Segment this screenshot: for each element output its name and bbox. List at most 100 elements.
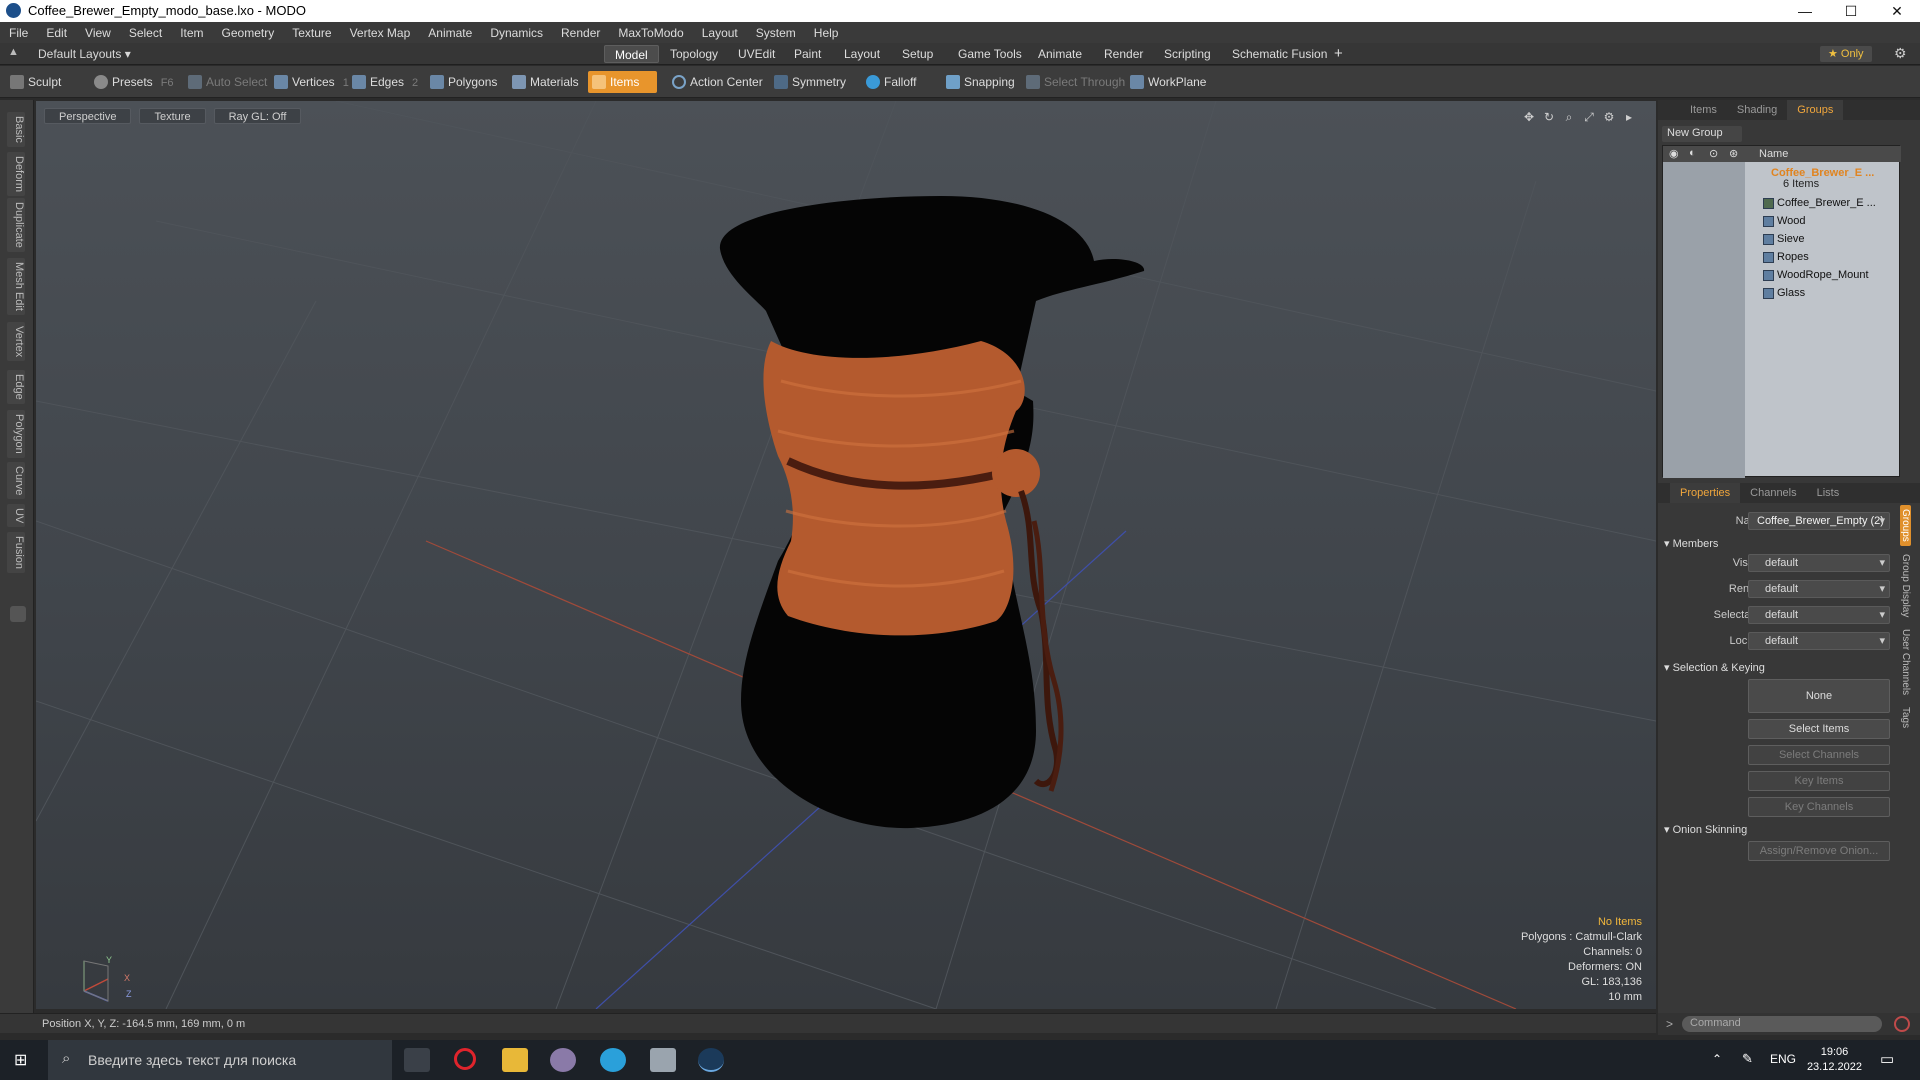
menu-texture[interactable]: Texture <box>283 26 340 40</box>
tab-uv[interactable]: UV <box>7 504 25 528</box>
menu-maxtomodo[interactable]: MaxToModo <box>609 26 692 40</box>
layout-selector[interactable]: Default Layouts ▾ <box>38 47 131 61</box>
select-icon[interactable]: ⊛ <box>1729 147 1738 160</box>
tab-topology[interactable]: Topology <box>660 45 728 63</box>
tab-layout[interactable]: Layout <box>834 45 890 63</box>
menu-select[interactable]: Select <box>120 26 171 40</box>
locked-dropdown[interactable]: default <box>1748 632 1890 650</box>
list-item[interactable]: Sieve <box>1663 230 1901 248</box>
tab-render[interactable]: Render <box>1094 45 1153 63</box>
sculpt-button[interactable]: Sculpt <box>6 71 67 93</box>
tab-model[interactable]: Model <box>604 45 659 63</box>
close-button[interactable]: ✕ <box>1874 0 1920 22</box>
fit-icon[interactable]: ⤢ <box>1582 110 1596 124</box>
materials-button[interactable]: Materials <box>508 71 585 93</box>
none-button[interactable]: None <box>1748 679 1890 713</box>
tab-channels[interactable]: Channels <box>1740 483 1806 503</box>
menu-item[interactable]: Item <box>171 26 212 40</box>
telegram-icon[interactable] <box>600 1048 626 1072</box>
pan-icon[interactable]: ✥ <box>1522 110 1536 124</box>
list-item[interactable]: WoodRope_Mount <box>1663 266 1901 284</box>
tab-scripting[interactable]: Scripting <box>1154 45 1221 63</box>
action-center-button[interactable]: Action Center <box>668 71 769 93</box>
auto-select-button[interactable]: Auto Select <box>184 71 273 93</box>
paint-app-icon[interactable] <box>550 1048 576 1072</box>
render-icon[interactable]: ◐ <box>1689 147 1696 159</box>
command-input[interactable]: Command <box>1682 1016 1882 1032</box>
falloff-button[interactable]: Falloff <box>862 71 922 93</box>
menu-dynamics[interactable]: Dynamics <box>481 26 552 40</box>
tab-deform[interactable]: Deform <box>7 152 25 197</box>
tab-mesh-edit[interactable]: Mesh Edit <box>7 258 25 315</box>
tab-duplicate[interactable]: Duplicate <box>7 198 25 252</box>
notification-icon[interactable]: ▭ <box>1880 1050 1894 1068</box>
tab-curve[interactable]: Curve <box>7 462 25 500</box>
tab-items[interactable]: Items <box>1680 100 1727 120</box>
name-field[interactable]: Coffee_Brewer_Empty (2) <box>1748 512 1890 530</box>
group-root-row[interactable]: Coffee_Brewer_E ... 6 Items <box>1663 164 1901 192</box>
task-view-icon[interactable] <box>404 1048 430 1072</box>
eye-icon[interactable]: ◉ <box>1669 147 1679 160</box>
collapse-icon[interactable]: ▲ <box>8 46 19 58</box>
selectable-dropdown[interactable]: default <box>1748 606 1890 624</box>
symmetry-button[interactable]: Symmetry <box>770 71 852 93</box>
pen-icon[interactable]: ✎ <box>1742 1051 1753 1067</box>
3d-viewport[interactable]: Y X Z Perspective Texture Ray GL: Off ✥ … <box>36 101 1656 1009</box>
tab-groups[interactable]: Groups <box>1787 100 1844 120</box>
assign-onion-button[interactable]: Assign/Remove Onion... <box>1748 841 1890 861</box>
key-items-button[interactable]: Key Items <box>1748 771 1890 791</box>
viewport-settings-icon[interactable]: ⚙ <box>1602 110 1616 124</box>
toggle-icon[interactable] <box>10 606 26 622</box>
tab-polygon[interactable]: Polygon <box>7 410 25 458</box>
onion-skinning-section[interactable]: ▾ Onion Skinning <box>1664 823 1747 836</box>
menu-help[interactable]: Help <box>805 26 848 40</box>
tab-paint[interactable]: Paint <box>784 45 831 63</box>
list-item[interactable]: Wood <box>1663 212 1901 230</box>
add-tab-button[interactable]: + <box>1334 45 1343 62</box>
app-window-icon[interactable] <box>650 1048 676 1072</box>
windows-start-icon[interactable]: ⊞ <box>14 1050 27 1070</box>
list-item[interactable]: Coffee_Brewer_E ... <box>1663 194 1901 212</box>
menu-file[interactable]: File <box>0 26 37 40</box>
rotate-icon[interactable]: ↻ <box>1542 110 1556 124</box>
taskbar-search[interactable]: ⌕ Введите здесь текст для поиска <box>48 1040 392 1080</box>
tab-basic[interactable]: Basic <box>7 112 25 147</box>
tab-properties[interactable]: Properties <box>1670 483 1741 503</box>
side-tab-group-display[interactable]: Group Display <box>1900 550 1911 621</box>
tab-animate[interactable]: Animate <box>1028 45 1092 63</box>
members-section[interactable]: ▾ Members <box>1664 537 1718 550</box>
list-item[interactable]: Ropes <box>1663 248 1901 266</box>
workplane-button[interactable]: WorkPlane <box>1126 71 1212 93</box>
maximize-button[interactable]: ☐ <box>1828 0 1874 22</box>
file-explorer-icon[interactable] <box>502 1048 528 1072</box>
selection-keying-section[interactable]: ▾ Selection & Keying <box>1664 661 1765 674</box>
lock-icon[interactable]: ⊙ <box>1709 147 1718 160</box>
tab-uvedit[interactable]: UVEdit <box>728 45 785 63</box>
opera-icon[interactable] <box>454 1048 476 1070</box>
only-toggle[interactable]: ★ Only <box>1820 46 1872 62</box>
tab-vertex[interactable]: Vertex <box>7 322 25 362</box>
modo-taskbar-icon[interactable] <box>698 1048 724 1072</box>
tab-fusion[interactable]: Fusion <box>7 532 25 574</box>
menu-view[interactable]: View <box>76 26 120 40</box>
tab-setup[interactable]: Setup <box>892 45 943 63</box>
side-tab-groups[interactable]: Groups <box>1900 505 1911 546</box>
minimize-button[interactable]: — <box>1782 0 1828 22</box>
new-group-button[interactable]: New Group <box>1662 126 1742 142</box>
vertices-button[interactable]: Vertices 1 <box>270 71 355 93</box>
menu-layout[interactable]: Layout <box>693 26 747 40</box>
menu-geometry[interactable]: Geometry <box>213 26 284 40</box>
side-tab-tags[interactable]: Tags <box>1900 703 1911 732</box>
raygl-toggle[interactable]: Ray GL: Off <box>213 108 302 124</box>
expand-icon[interactable]: ▸ <box>1622 110 1636 124</box>
render-dropdown[interactable]: default <box>1748 580 1890 598</box>
tab-lists[interactable]: Lists <box>1807 483 1850 503</box>
zoom-icon[interactable]: ⌕ <box>1562 110 1576 124</box>
visible-dropdown[interactable]: default <box>1748 554 1890 572</box>
tab-edge[interactable]: Edge <box>7 370 25 404</box>
menu-edit[interactable]: Edit <box>37 26 76 40</box>
edges-button[interactable]: Edges 2 <box>348 71 424 93</box>
record-icon[interactable] <box>1894 1016 1910 1032</box>
system-clock[interactable]: 19:06 23.12.2022 <box>1807 1045 1862 1075</box>
shading-selector[interactable]: Texture <box>139 108 206 124</box>
